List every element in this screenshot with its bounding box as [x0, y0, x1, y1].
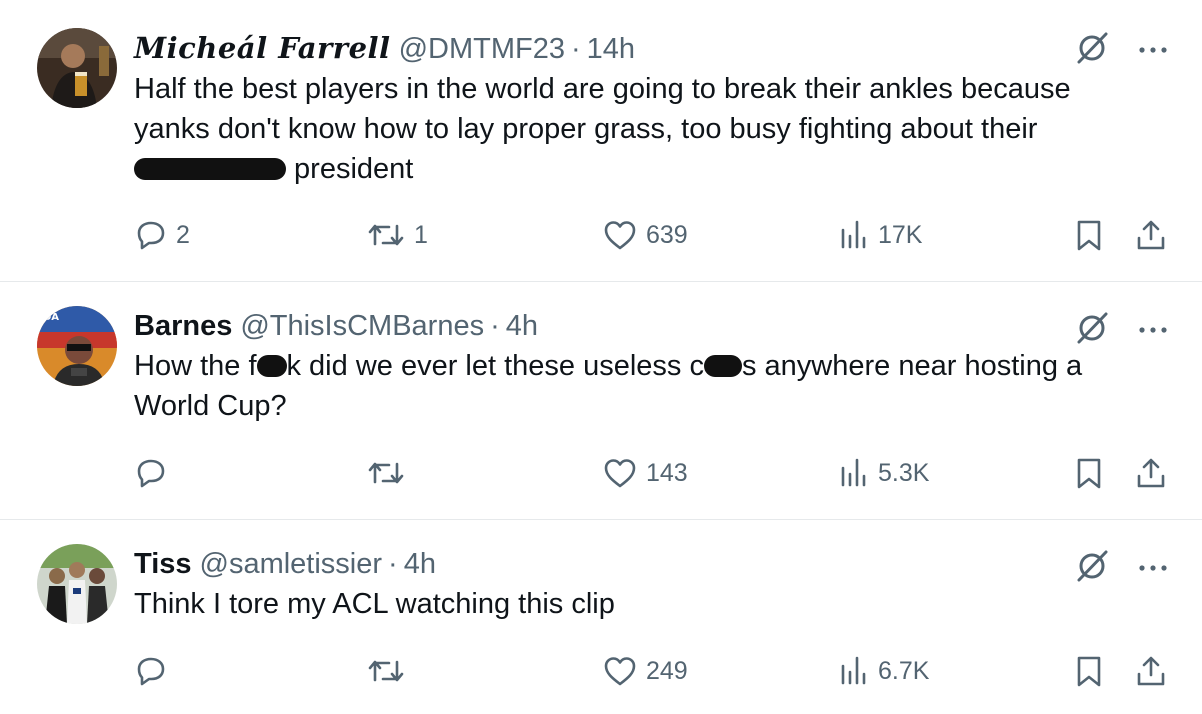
redaction-mark [256, 355, 287, 377]
separator-dot: · [490, 310, 500, 342]
share-icon [1137, 220, 1165, 250]
like-button[interactable]: 639 [602, 218, 688, 252]
tweet-text-line: Think I tore my ACL watching this clip [134, 588, 615, 620]
tweet-header: Barnes @ThisIsCMBarnes · 4h [134, 308, 1168, 344]
user-handle[interactable]: @ThisIsCMBarnes [240, 308, 484, 344]
timestamp[interactable]: 4h [404, 546, 436, 582]
tweet-text-line: Half the best players in the world are g… [134, 73, 1071, 105]
views-icon [841, 656, 866, 685]
view-count: 17K [878, 220, 923, 249]
bookmark-button[interactable] [1074, 456, 1104, 490]
like-count: 249 [646, 656, 688, 685]
retweet-icon [368, 224, 404, 246]
views-button[interactable]: 6.7K [838, 654, 929, 688]
share-button[interactable] [1134, 456, 1168, 490]
views-icon [841, 220, 866, 249]
view-count: 5.3K [878, 458, 930, 487]
tweet-text: How the f k did we ever let these useless… [134, 346, 1168, 426]
tweet-text-fragment: s anywhere near hosting a [741, 350, 1083, 382]
tweet-header: Micheál Farrell @DMTMF23 · 14h [134, 30, 1168, 67]
reply-count: 2 [176, 220, 190, 249]
reply-feed: Micheál Farrell @DMTMF23 · 14h Half the … [0, 0, 1202, 714]
redaction-mark [703, 355, 742, 377]
reply-icon [137, 657, 165, 686]
user-handle[interactable]: @samletissier [200, 546, 383, 582]
tweet-text-line: yanks don't know how to lay proper grass… [134, 113, 1038, 145]
views-button[interactable]: 5.3K [838, 456, 929, 490]
retweet-button[interactable] [366, 456, 414, 490]
display-name[interactable]: Micheál Farrell [134, 30, 391, 66]
share-button[interactable] [1134, 654, 1168, 688]
retweet-button[interactable] [366, 654, 414, 688]
bookmark-icon [1077, 656, 1101, 687]
avatar[interactable]: DA [37, 306, 117, 386]
view-count: 6.7K [878, 656, 930, 685]
timestamp[interactable]: 4h [506, 308, 538, 344]
views-button[interactable]: 17K [838, 218, 922, 252]
reply-button[interactable] [134, 654, 176, 688]
reply-icon [137, 221, 165, 250]
retweet-button[interactable]: 1 [366, 218, 428, 252]
share-icon [1137, 656, 1165, 686]
tweet-text-fragment: How the f [134, 350, 257, 382]
share-icon [1137, 458, 1165, 488]
separator-dot: · [388, 548, 398, 580]
tweet-text: Half the best players in the world are g… [134, 69, 1168, 189]
bookmark-icon [1077, 220, 1101, 251]
like-count: 639 [646, 220, 688, 249]
heart-icon [604, 221, 636, 250]
tweet-text-line: president [134, 149, 1168, 189]
bookmark-button[interactable] [1074, 654, 1104, 688]
heart-icon [604, 657, 636, 686]
tweet-header: Tiss @samletissier · 4h [134, 546, 1168, 582]
like-button[interactable]: 143 [602, 456, 688, 490]
tweet-text-line: How the f k did we ever let these useless… [134, 346, 1168, 386]
share-button[interactable] [1134, 218, 1168, 252]
heart-icon [604, 459, 636, 488]
separator-dot: · [570, 33, 581, 65]
tweet-text-fragment: president [286, 153, 414, 185]
tweet[interactable]: Micheál Farrell @DMTMF23 · 14h Half the … [0, 0, 1202, 282]
like-button[interactable]: 249 [602, 654, 688, 688]
user-handle[interactable]: @DMTMF23 [399, 31, 565, 67]
reply-icon [137, 459, 165, 488]
tweet[interactable]: DA Barnes @ThisIsCMBarnes · 4h How the f… [0, 282, 1202, 520]
display-name[interactable]: Barnes [134, 308, 232, 344]
redaction-mark [134, 158, 286, 180]
avatar[interactable] [37, 28, 117, 108]
like-count: 143 [646, 458, 688, 487]
bookmark-icon [1077, 458, 1101, 489]
reply-button[interactable]: 2 [134, 218, 190, 252]
retweet-count: 1 [414, 220, 428, 249]
bookmark-button[interactable] [1074, 218, 1104, 252]
tweet-text: Think I tore my ACL watching this clip [134, 584, 1168, 624]
tweet-text-line: World Cup? [134, 390, 287, 422]
svg-text:DA: DA [43, 312, 59, 323]
action-bar: 2 1 639 17K [134, 218, 1168, 258]
timestamp[interactable]: 14h [587, 31, 635, 67]
tweet-text-fragment: k did we ever let these useless c [286, 350, 704, 382]
display-name[interactable]: Tiss [134, 546, 192, 582]
action-bar: 143 5.3K [134, 456, 1168, 496]
tweet[interactable]: Tiss @samletissier · 4h Think I tore my … [0, 520, 1202, 714]
retweet-icon [368, 462, 404, 484]
views-icon [841, 458, 866, 487]
retweet-icon [368, 660, 404, 682]
action-bar: 249 6.7K [134, 654, 1168, 694]
reply-button[interactable] [134, 456, 176, 490]
avatar[interactable] [37, 544, 117, 624]
